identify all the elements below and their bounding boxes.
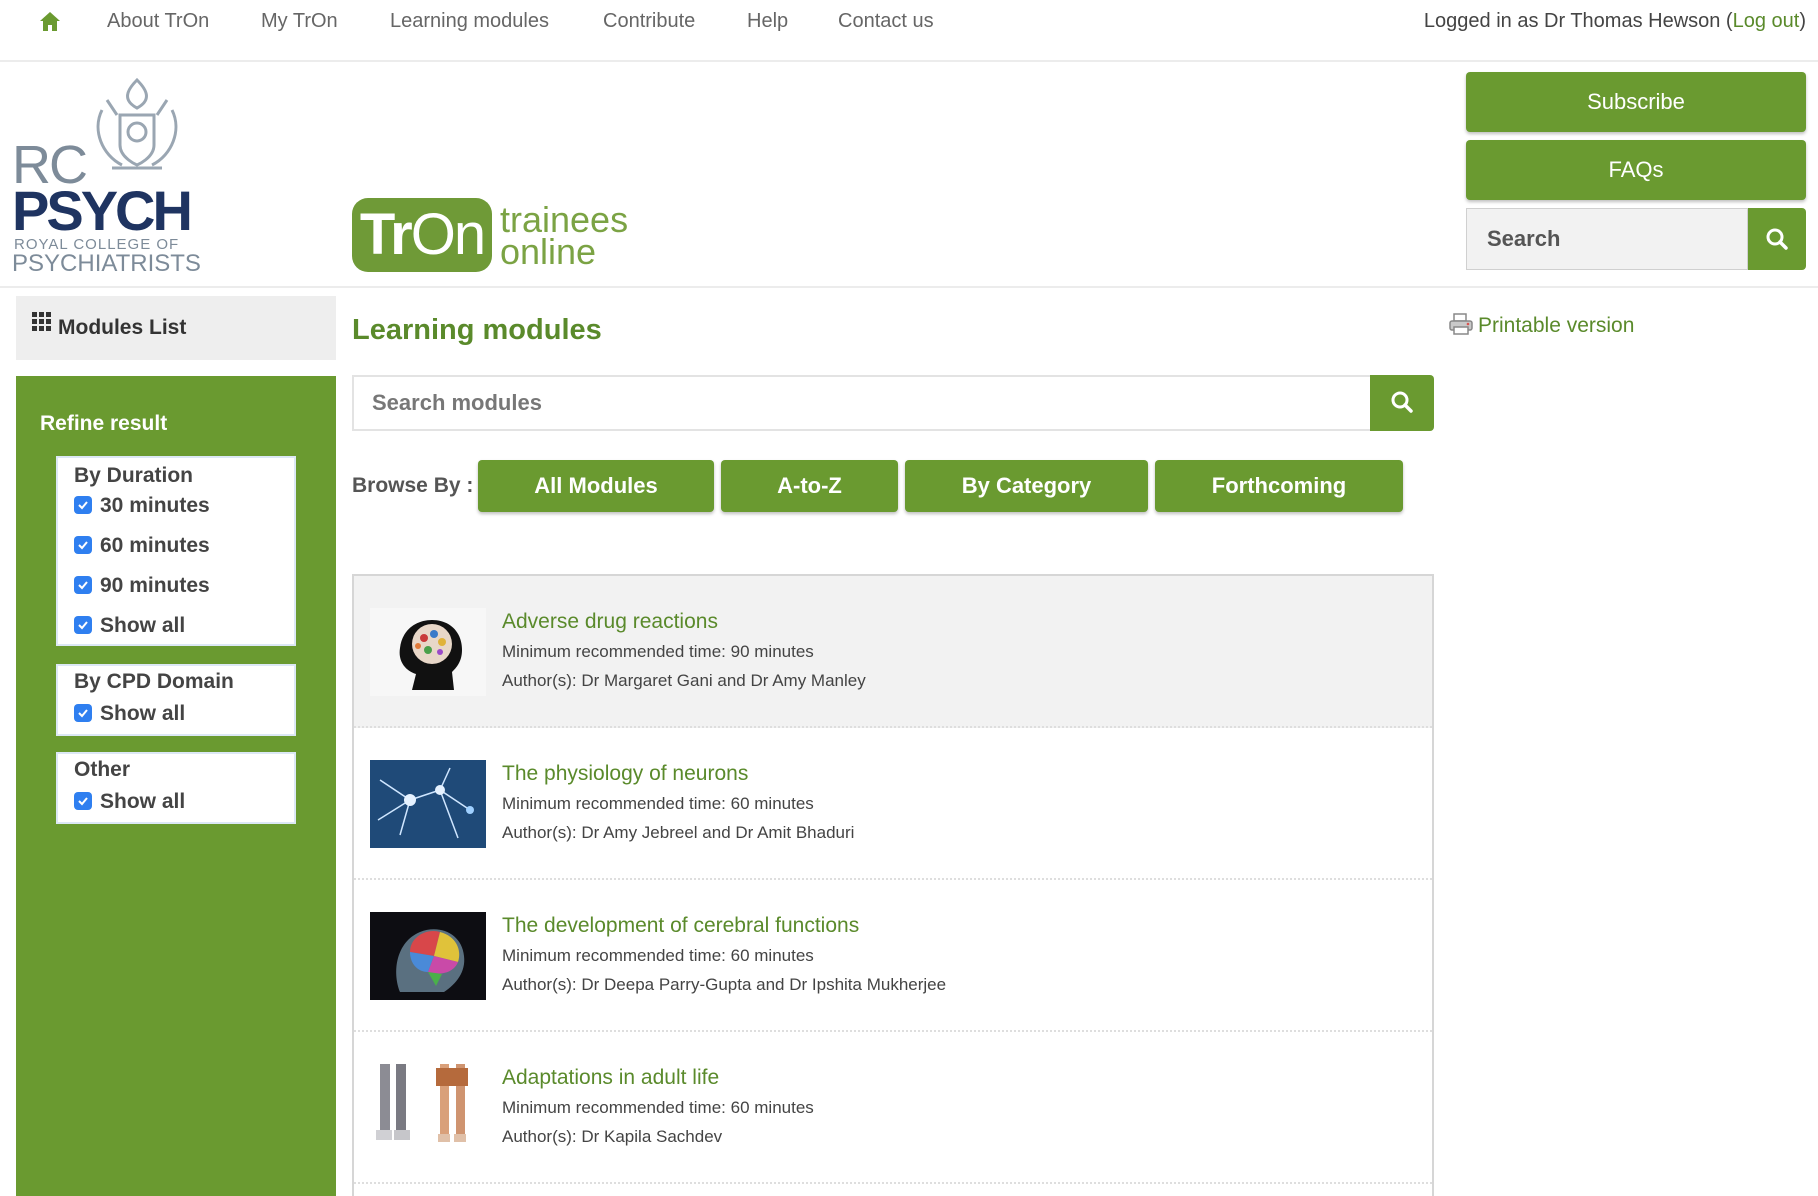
filter-cpd-show-all[interactable]: Show all [74,702,185,726]
module-item: The development of cerebral functions Mi… [354,880,1432,1032]
filter-option-label: Show all [100,702,186,725]
filter-cpd-title: By CPD Domain [74,670,234,693]
module-item: Adverse drug reactions Minimum recommend… [354,576,1432,728]
faqs-button[interactable]: FAQs [1466,140,1806,200]
checkbox-checked-icon[interactable] [74,535,92,554]
login-text: Logged in as Dr Thomas Hewson ( [1423,10,1733,32]
tron-logo-on: On [410,202,486,267]
grid-icon [32,294,52,358]
logout-link[interactable]: Log out [1733,10,1800,32]
module-authors: Author(s): Dr Kapila Sachdev [502,1127,723,1146]
login-status: Logged in as Dr Thomas Hewson (Log out) [1424,10,1806,33]
module-title-link[interactable]: The development of cerebral functions [502,914,859,938]
tron-tagline: trainees online [500,202,628,272]
filter-other: Other Show all [56,752,296,824]
filter-60-minutes[interactable]: 60 minutes [74,534,210,558]
nav-learning-modules[interactable]: Learning modules [390,10,549,33]
modules-list-header[interactable]: Modules List [16,296,336,360]
checkbox-checked-icon[interactable] [74,703,92,722]
browse-forthcoming-button[interactable]: Forthcoming [1155,460,1403,512]
logo-psych: PSYCH [12,179,193,242]
search-icon [1391,391,1413,413]
module-thumbnail-head[interactable] [370,608,486,696]
checkbox-checked-icon[interactable] [74,575,92,594]
top-navigation: About TrOn My TrOn Learning modules Cont… [0,0,1818,62]
module-search [352,375,1434,431]
tron-logo-tr: Tr [359,202,413,267]
refine-title: Refine result [40,412,168,435]
module-title-link[interactable]: The physiology of neurons [502,762,748,786]
module-item: Adaptations in adult life Minimum recomm… [354,1032,1432,1184]
filter-option-label: Show all [100,790,186,813]
filter-other-title: Other [74,758,131,781]
printable-version-link[interactable]: Printable version [1448,313,1635,338]
home-icon[interactable] [38,10,62,34]
filter-option-label: 30 minutes [100,494,210,517]
modules-list-label: Modules List [58,316,187,339]
module-time: Minimum recommended time: 90 minutes [502,642,814,661]
tron-logo[interactable]: TrOn [352,198,492,272]
rcpsych-logo[interactable]: RC PSYCH ROYAL COLLEGE OF PSYCHIATRISTS [12,70,201,280]
filter-duration: By Duration 30 minutes 60 minutes 90 min… [56,456,296,646]
browse-by-category-button[interactable]: By Category [905,460,1148,512]
nav-help[interactable]: Help [747,10,788,33]
module-authors: Author(s): Dr Deepa Parry-Gupta and Dr I… [502,975,947,994]
site-search-input[interactable] [1466,208,1748,270]
logo-psychiatrists: PSYCHIATRISTS [12,250,201,277]
filter-duration-title: By Duration [74,464,194,487]
crest-icon [96,77,178,170]
subscribe-button[interactable]: Subscribe [1466,72,1806,132]
nav-contribute[interactable]: Contribute [603,10,695,33]
module-authors: Author(s): Dr Amy Jebreel and Dr Amit Bh… [502,823,855,842]
filter-other-show-all[interactable]: Show all [74,790,185,814]
module-time: Minimum recommended time: 60 minutes [502,946,814,965]
search-icon [1766,228,1788,250]
filter-duration-show-all[interactable]: Show all [74,614,185,638]
tron-tagline-line2: online [500,231,597,272]
site-search [1466,208,1806,270]
nav-contact-us[interactable]: Contact us [838,10,934,33]
module-item: The physiology of neurons Minimum recomm… [354,728,1432,880]
module-search-button[interactable] [1370,375,1434,431]
browse-by-label: Browse By : [352,474,474,497]
printer-icon [1449,313,1473,336]
filter-cpd-domain: By CPD Domain Show all [56,664,296,736]
module-time: Minimum recommended time: 60 minutes [502,794,814,813]
checkbox-checked-icon[interactable] [74,495,92,514]
module-thumbnail-neurons[interactable] [370,760,486,848]
checkbox-checked-icon[interactable] [74,615,92,634]
page-title: Learning modules [352,314,602,346]
modules-list: Adverse drug reactions Minimum recommend… [352,574,1434,1196]
filter-option-label: 90 minutes [100,574,210,597]
refine-panel: Refine result By Duration 30 minutes 60 … [16,376,336,1196]
site-header: RC PSYCH ROYAL COLLEGE OF PSYCHIATRISTS … [0,64,1818,288]
filter-90-minutes[interactable]: 90 minutes [74,574,210,598]
module-thumbnail-brain[interactable] [370,912,486,1000]
login-suffix: ) [1799,10,1806,32]
module-search-input[interactable] [352,375,1370,431]
filter-option-label: Show all [100,614,186,637]
module-thumbnail-legs[interactable] [370,1064,486,1152]
browse-all-modules-button[interactable]: All Modules [478,460,714,512]
filter-30-minutes[interactable]: 30 minutes [74,494,210,518]
filter-option-label: 60 minutes [100,534,210,557]
nav-about-tron[interactable]: About TrOn [107,10,209,33]
module-time: Minimum recommended time: 60 minutes [502,1098,814,1117]
module-authors: Author(s): Dr Margaret Gani and Dr Amy M… [502,671,866,690]
checkbox-checked-icon[interactable] [74,791,92,810]
nav-my-tron[interactable]: My TrOn [261,10,338,33]
module-title-link[interactable]: Adaptations in adult life [502,1066,719,1090]
printable-version-label: Printable version [1478,314,1635,337]
module-title-link[interactable]: Adverse drug reactions [502,610,718,634]
browse-a-to-z-button[interactable]: A-to-Z [721,460,898,512]
site-search-button[interactable] [1748,208,1806,270]
